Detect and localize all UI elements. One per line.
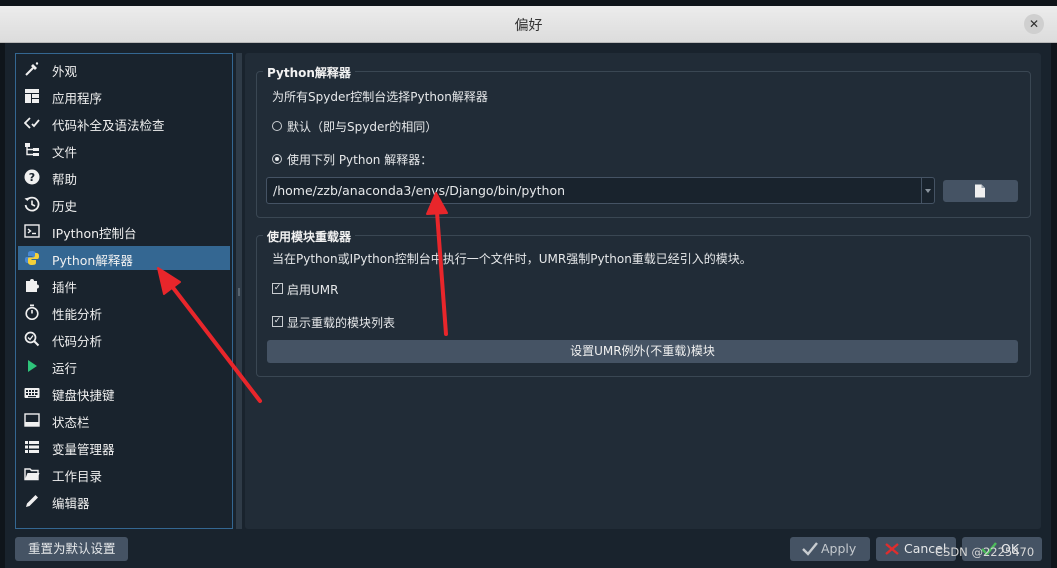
nav-item-label: 代码分析 xyxy=(52,334,103,349)
variable-explorer-icon xyxy=(25,441,39,453)
browse-interpreter-button[interactable] xyxy=(943,180,1018,202)
history-icon xyxy=(24,196,40,212)
dialog-title: 偏好 xyxy=(514,18,543,34)
nav-item-label: 应用程序 xyxy=(52,91,103,106)
nav-item-label: Python解释器 xyxy=(52,253,133,268)
nav-item-application[interactable]: 应用程序 xyxy=(18,84,230,108)
umr-group-title: 使用模块重载器 xyxy=(263,228,356,245)
nav-item-run[interactable]: 运行 xyxy=(18,354,230,378)
nav-item-python-interpreter[interactable]: Python解释器 xyxy=(18,246,230,270)
show-reloaded-list-label[interactable]: 显示重载的模块列表 xyxy=(287,314,395,331)
python-icon xyxy=(25,251,39,265)
nav-item-help[interactable]: ? 帮助 xyxy=(18,165,230,189)
interpreter-group-title: Python解释器 xyxy=(263,64,355,81)
radio-custom-label[interactable]: 使用下列 Python 解释器： xyxy=(287,151,432,168)
nav-item-status-bar[interactable]: 状态栏 xyxy=(18,408,230,432)
chevron-down-icon[interactable] xyxy=(921,178,934,203)
terminal-icon xyxy=(24,224,40,238)
nav-item-label: 编辑器 xyxy=(52,496,90,511)
nav-item-appearance[interactable]: 外观 xyxy=(18,57,230,81)
nav-item-editor[interactable]: 编辑器 xyxy=(18,489,230,513)
interpreter-path-combobox[interactable]: /home/zzb/anaconda3/envs/Django/bin/pyth… xyxy=(266,177,935,204)
nav-item-profiler[interactable]: 性能分析 xyxy=(18,300,230,324)
watermark: CSDN @2225470 xyxy=(935,545,1035,559)
enable-umr-label[interactable]: 启用UMR xyxy=(287,281,338,298)
nav-item-ipython-console[interactable]: IPython控制台 xyxy=(18,219,230,243)
checkbox-enable-umr[interactable]: ✓ xyxy=(272,283,283,294)
interpreter-path-value: /home/zzb/anaconda3/envs/Django/bin/pyth… xyxy=(273,183,566,198)
pencil-icon xyxy=(26,495,38,507)
radio-default-interpreter[interactable] xyxy=(272,121,282,131)
nav-item-label: 工作目录 xyxy=(52,469,103,484)
panel-splitter[interactable] xyxy=(236,53,242,529)
nav-item-variable-explorer[interactable]: 变量管理器 xyxy=(18,435,230,459)
run-icon xyxy=(28,360,37,372)
preferences-nav-list[interactable]: 外观 应用程序 代码补全及语法检查 文件 ? 帮助 历史 IPython控制台 … xyxy=(15,53,233,529)
nav-item-code-analysis[interactable]: 代码分析 xyxy=(18,327,230,351)
umr-description: 当在Python或IPython控制台中执行一个文件时，UMR强制Python重… xyxy=(272,252,752,266)
preferences-content-panel: Python解释器 为所有Spyder控制台选择Python解释器 默认（即与S… xyxy=(245,53,1041,529)
reset-defaults-button[interactable]: 重置为默认设置 xyxy=(15,537,128,561)
radio-default-label[interactable]: 默认（即与Spyder的相同） xyxy=(287,118,437,135)
layout-icon xyxy=(25,89,39,103)
dialog-titlebar: 偏好 ✕ xyxy=(0,6,1057,43)
nav-item-working-directory[interactable]: 工作目录 xyxy=(18,462,230,486)
checkmark-icon xyxy=(802,542,818,556)
close-icon: ✕ xyxy=(1028,17,1040,31)
help-icon: ? xyxy=(24,169,40,185)
nav-item-label: 历史 xyxy=(52,199,78,214)
apply-button[interactable]: Apply xyxy=(790,537,870,561)
background-window-edge-left xyxy=(0,43,5,568)
close-button[interactable]: ✕ xyxy=(1024,14,1044,34)
cancel-icon xyxy=(885,543,899,555)
file-tree-icon xyxy=(25,143,39,156)
paint-brush-icon xyxy=(25,62,39,76)
nav-item-label: 代码补全及语法检查 xyxy=(52,118,165,133)
svg-text:?: ? xyxy=(29,171,35,184)
nav-item-label: 外观 xyxy=(52,64,78,79)
folder-icon xyxy=(24,468,40,481)
apply-label: Apply xyxy=(821,541,857,556)
stopwatch-icon xyxy=(25,304,39,320)
nav-item-label: 文件 xyxy=(52,145,78,160)
splitter-grip xyxy=(238,288,240,296)
nav-item-label: 插件 xyxy=(52,280,78,295)
code-analysis-icon xyxy=(24,331,40,347)
interpreter-description: 为所有Spyder控制台选择Python解释器 xyxy=(272,90,488,104)
keyboard-icon xyxy=(24,388,40,398)
radio-custom-interpreter[interactable] xyxy=(272,154,282,164)
nav-item-history[interactable]: 历史 xyxy=(18,192,230,216)
nav-item-label: 状态栏 xyxy=(52,415,90,430)
code-check-icon xyxy=(24,117,40,129)
reset-defaults-label: 重置为默认设置 xyxy=(28,541,116,556)
nav-item-label: 帮助 xyxy=(52,172,78,187)
puzzle-icon xyxy=(26,279,39,292)
file-icon xyxy=(975,184,985,198)
nav-item-files[interactable]: 文件 xyxy=(18,138,230,162)
nav-item-label: IPython控制台 xyxy=(52,226,137,241)
status-bar-icon xyxy=(24,413,40,427)
nav-item-label: 性能分析 xyxy=(52,307,103,322)
background-window-edge-right xyxy=(1051,43,1057,568)
nav-item-label: 运行 xyxy=(52,361,78,376)
umr-exclude-modules-button[interactable]: 设置UMR例外(不重载)模块 xyxy=(267,340,1018,363)
nav-item-completion-linting[interactable]: 代码补全及语法检查 xyxy=(18,111,230,135)
nav-item-label: 变量管理器 xyxy=(52,442,115,457)
nav-item-keyboard-shortcuts[interactable]: 键盘快捷键 xyxy=(18,381,230,405)
nav-item-plugins[interactable]: 插件 xyxy=(18,273,230,297)
nav-item-label: 键盘快捷键 xyxy=(52,388,115,403)
checkbox-show-reloaded-list[interactable]: ✓ xyxy=(272,316,283,327)
